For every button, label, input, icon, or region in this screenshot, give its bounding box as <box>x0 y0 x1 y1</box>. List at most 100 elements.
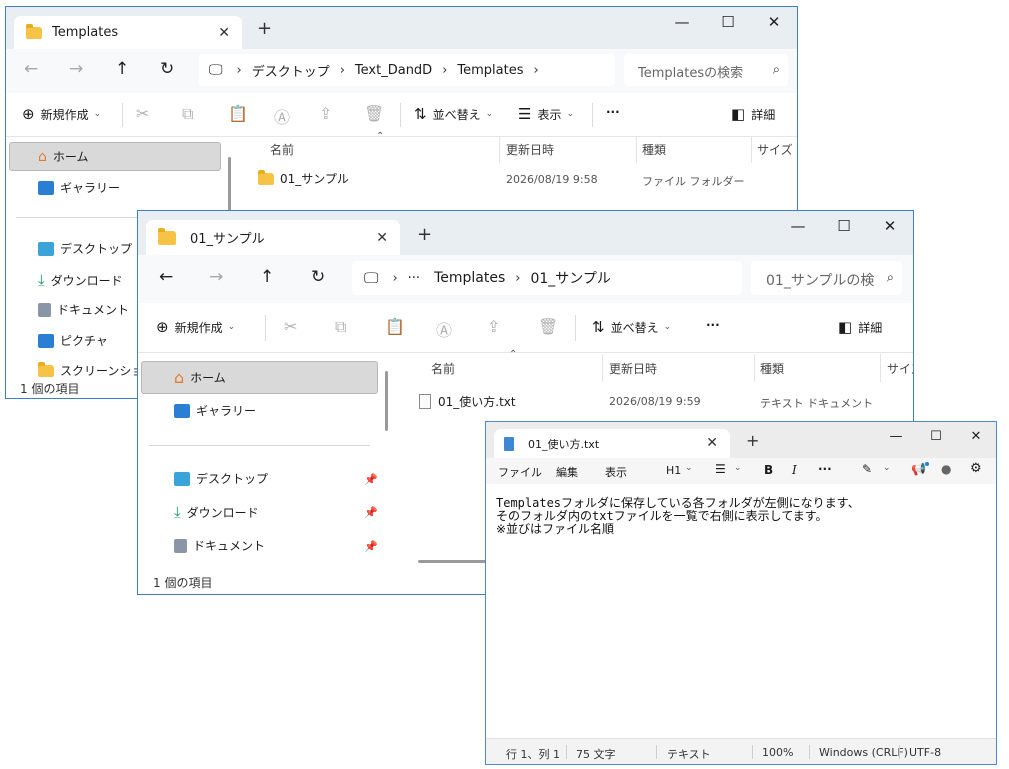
share-icon[interactable]: ⇪ <box>487 317 500 336</box>
heading-dropdown[interactable]: H1 <box>666 464 681 477</box>
new-tab-button[interactable]: + <box>257 18 272 39</box>
back-button[interactable]: ← <box>159 267 173 287</box>
nav-item-desktop[interactable]: デスクトップ <box>174 470 268 487</box>
more-button[interactable]: ··· <box>606 105 620 119</box>
column-header-name[interactable]: 名前 <box>270 141 294 158</box>
delete-icon[interactable]: 🗑 <box>364 104 384 123</box>
megaphone-icon[interactable]: 📢 <box>911 462 926 476</box>
column-header-name[interactable]: 名前 <box>431 360 455 377</box>
nav-item-pictures[interactable]: ピクチャ <box>38 332 108 349</box>
nav-item-documents[interactable]: ドキュメント <box>174 537 265 554</box>
view-button[interactable]: ☰ 表示 ⌄ <box>518 105 574 123</box>
folder-icon <box>158 227 176 245</box>
new-button[interactable]: ⊕ 新規作成 ⌄ <box>156 318 235 336</box>
column-header-type[interactable]: 種類 <box>760 360 784 377</box>
maximize-button[interactable]: ☐ <box>821 211 867 241</box>
search-input[interactable]: 01_サンプルの検 ⌕ <box>751 261 902 295</box>
up-button[interactable]: ↑ <box>115 59 129 79</box>
more-button[interactable]: ··· <box>706 318 720 332</box>
italic-button[interactable]: I <box>792 463 797 477</box>
tab-close-icon[interactable]: ✕ <box>376 230 388 246</box>
nav-item-downloads[interactable]: ⤓ ダウンロード <box>174 503 259 521</box>
cut-icon[interactable]: ✂ <box>284 317 297 336</box>
up-button[interactable]: ↑ <box>260 267 274 287</box>
breadcrumb-item[interactable]: Templates <box>457 63 523 78</box>
tab-close-icon[interactable]: ✕ <box>218 25 230 41</box>
file-row[interactable]: 01_サンプル <box>258 169 349 187</box>
nav-item-desktop[interactable]: デスクトップ <box>38 240 132 257</box>
encoding[interactable]: UTF-8 <box>909 746 941 759</box>
column-header-modified[interactable]: 更新日時 <box>506 141 554 158</box>
tab-notepad-file[interactable]: 01_使い方.txt ✕ <box>494 429 730 458</box>
minimize-button[interactable]: — <box>659 7 705 37</box>
minimize-button[interactable]: — <box>775 211 821 241</box>
tab-close-icon[interactable]: ✕ <box>706 435 718 451</box>
breadcrumb[interactable]: 🖵 › ··· Templates › 01_サンプル <box>352 261 742 295</box>
breadcrumb[interactable]: 🖵 › デスクトップ › Text_DandD › Templates › <box>199 54 615 86</box>
close-button[interactable]: ✕ <box>751 7 797 37</box>
list-icon[interactable]: ☰ <box>715 462 726 476</box>
paste-icon[interactable]: 📋 <box>228 104 248 123</box>
maximize-button[interactable]: ☐ <box>916 422 956 452</box>
rename-icon[interactable]: Ⓐ <box>274 104 290 128</box>
account-icon[interactable]: ● <box>941 462 951 476</box>
details-button[interactable]: ◧ 詳細 <box>731 105 775 123</box>
column-header-type[interactable]: 種類 <box>642 141 666 158</box>
more-button[interactable]: ··· <box>818 462 832 476</box>
nav-item-gallery[interactable]: ギャラリー <box>38 179 120 196</box>
text-editor[interactable]: Templatesフォルダに保存している各フォルダが左側になります、 そのフォル… <box>496 497 860 536</box>
file-row[interactable]: 01_使い方.txt <box>419 393 516 410</box>
sort-button[interactable]: ⇅ 並べ替え ⌄ <box>592 318 671 336</box>
minimize-button[interactable]: — <box>876 422 916 452</box>
nav-item-gallery[interactable]: ギャラリー <box>174 402 256 419</box>
breadcrumb-item[interactable]: Text_DandD <box>355 63 432 78</box>
bold-button[interactable]: B <box>764 463 773 477</box>
line-ending[interactable]: Windows (CRLF) <box>819 746 908 759</box>
nav-item-documents[interactable]: ドキュメント <box>38 301 129 318</box>
share-icon[interactable]: ⇪ <box>319 104 332 123</box>
menu-view[interactable]: 表示 <box>605 464 627 480</box>
details-button[interactable]: ◧ 詳細 <box>838 318 882 336</box>
menu-file[interactable]: ファイル <box>498 464 542 480</box>
paste-icon[interactable]: 📋 <box>385 317 405 336</box>
tab-templates[interactable]: Templates ✕ <box>14 16 242 49</box>
new-tab-button[interactable]: + <box>417 224 432 245</box>
nav-item-home[interactable]: ⌂ ホーム <box>9 142 221 171</box>
maximize-button[interactable]: ☐ <box>705 7 751 37</box>
forward-button[interactable]: → <box>69 59 83 79</box>
nav-item-downloads[interactable]: ⤓ ダウンロード <box>38 271 123 289</box>
new-tab-button[interactable]: + <box>746 431 759 450</box>
details-label: 詳細 <box>751 107 776 122</box>
close-button[interactable]: ✕ <box>956 422 996 452</box>
pin-icon: 📌 <box>364 540 378 553</box>
tab-sample[interactable]: 01_サンプル ✕ <box>146 220 400 255</box>
back-button[interactable]: ← <box>24 59 38 79</box>
column-header-size[interactable]: サイズ <box>757 141 793 158</box>
zoom-level[interactable]: 100% <box>762 746 793 759</box>
refresh-button[interactable]: ↻ <box>311 267 325 287</box>
search-input[interactable]: Templatesの検索 ⌕ <box>624 54 788 86</box>
breadcrumb-item[interactable]: 01_サンプル <box>530 268 610 288</box>
close-button[interactable]: ✕ <box>867 211 913 241</box>
copy-icon[interactable]: ⧉ <box>335 317 346 337</box>
sort-button[interactable]: ⇅ 並べ替え ⌄ <box>414 105 493 123</box>
breadcrumb-item[interactable]: Templates <box>434 270 505 286</box>
cut-icon[interactable]: ✂ <box>136 104 149 123</box>
forward-button[interactable]: → <box>209 267 223 287</box>
settings-gear-icon[interactable]: ⚙ <box>970 461 982 476</box>
nav-item-home[interactable]: ⌂ ホーム <box>141 361 378 394</box>
column-header-modified[interactable]: 更新日時 <box>609 360 657 377</box>
breadcrumb-overflow[interactable]: ··· <box>408 271 420 286</box>
breadcrumb-item[interactable]: デスクトップ <box>252 61 330 80</box>
copy-icon[interactable]: ⧉ <box>182 104 193 124</box>
rename-icon[interactable]: Ⓐ <box>436 317 452 341</box>
column-header-size[interactable]: サイズ <box>887 360 913 377</box>
nav-scrollbar[interactable] <box>385 371 388 431</box>
menu-edit[interactable]: 編集 <box>556 464 578 480</box>
refresh-button[interactable]: ↻ <box>160 59 174 79</box>
address-bar: ← → ↑ ↻ 🖵 › ··· Templates › 01_サンプル 01_サ… <box>138 255 913 303</box>
delete-icon[interactable]: 🗑 <box>538 317 558 336</box>
new-button[interactable]: ⊕ 新規作成 ⌄ <box>22 105 101 123</box>
copilot-icon[interactable]: ✎ <box>862 462 872 476</box>
file-name: 01_使い方.txt <box>438 395 516 409</box>
